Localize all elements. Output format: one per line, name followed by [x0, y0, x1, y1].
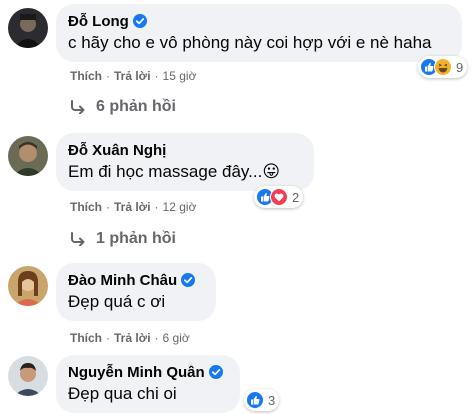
like-button[interactable]: Thích: [70, 331, 102, 345]
haha-icon: [434, 58, 452, 76]
comment-actions: Thích · Trả lời · 12 giờ: [70, 200, 196, 214]
author-name[interactable]: Đỗ Xuân Nghị: [68, 142, 166, 159]
avatar[interactable]: [8, 266, 48, 306]
comment-text: c hãy cho e vô phòng này coi hợp với e n…: [68, 33, 432, 52]
avatar[interactable]: [8, 8, 48, 48]
separator: ·: [106, 331, 110, 345]
reply-button[interactable]: Trả lời: [114, 69, 151, 83]
timestamp[interactable]: 12 giờ: [163, 200, 197, 214]
comment-actions: Thích · Trả lời · 15 giờ: [70, 69, 196, 83]
verified-badge-icon: [181, 273, 196, 287]
comment-bubble: Đỗ Long c hãy cho e vô phòng này coi hợp…: [56, 4, 462, 62]
author-name[interactable]: Nguyễn Minh Quân: [68, 364, 205, 381]
like-button[interactable]: Thích: [70, 69, 102, 83]
reaction-count: 9: [456, 59, 464, 75]
comment-text: Em đi học massage đây...😛: [68, 162, 281, 181]
separator: ·: [154, 69, 159, 83]
view-replies-button[interactable]: 1 phản hồi: [70, 230, 176, 248]
reply-button[interactable]: Trả lời: [114, 200, 151, 214]
timestamp[interactable]: 15 giờ: [163, 69, 197, 83]
author-name[interactable]: Đỗ Long: [68, 13, 129, 30]
separator: ·: [106, 200, 110, 214]
reply-button[interactable]: Trả lời: [114, 331, 151, 345]
separator: ·: [154, 200, 159, 214]
comment-text: Đẹp qua chi oi: [68, 384, 177, 403]
replies-label: 6 phản hồi: [96, 98, 176, 115]
avatar[interactable]: [8, 136, 48, 176]
reaction-summary[interactable]: 3: [244, 389, 280, 411]
replies-label: 1 phản hồi: [96, 230, 176, 247]
like-icon: [246, 391, 264, 409]
timestamp[interactable]: 6 giờ: [163, 331, 190, 345]
avatar[interactable]: [8, 356, 48, 396]
separator: ·: [106, 69, 110, 83]
verified-badge-icon: [208, 365, 223, 379]
comment-text: Đẹp quá c ơi: [68, 292, 166, 311]
author-name[interactable]: Đào Minh Châu: [68, 272, 177, 289]
comment-bubble: Đỗ Xuân Nghị Em đi học massage đây...😛: [56, 133, 314, 191]
like-button[interactable]: Thích: [70, 200, 102, 214]
reaction-summary[interactable]: 9: [418, 56, 468, 78]
comment-bubble: Đào Minh Châu Đẹp quá c ơi: [56, 263, 216, 321]
reaction-count: 3: [268, 392, 276, 408]
reply-arrow-icon: [70, 100, 86, 114]
love-icon: [270, 188, 288, 206]
reaction-summary[interactable]: 2: [254, 186, 304, 208]
verified-badge-icon: [132, 14, 147, 28]
comment-bubble: Nguyễn Minh Quân Đẹp qua chi oi: [56, 355, 240, 413]
view-replies-button[interactable]: 6 phản hồi: [70, 98, 176, 116]
comment-actions: Thích · Trả lời · 6 giờ: [70, 331, 190, 345]
reaction-count: 2: [292, 189, 300, 205]
reply-arrow-icon: [70, 232, 86, 246]
separator: ·: [154, 331, 159, 345]
